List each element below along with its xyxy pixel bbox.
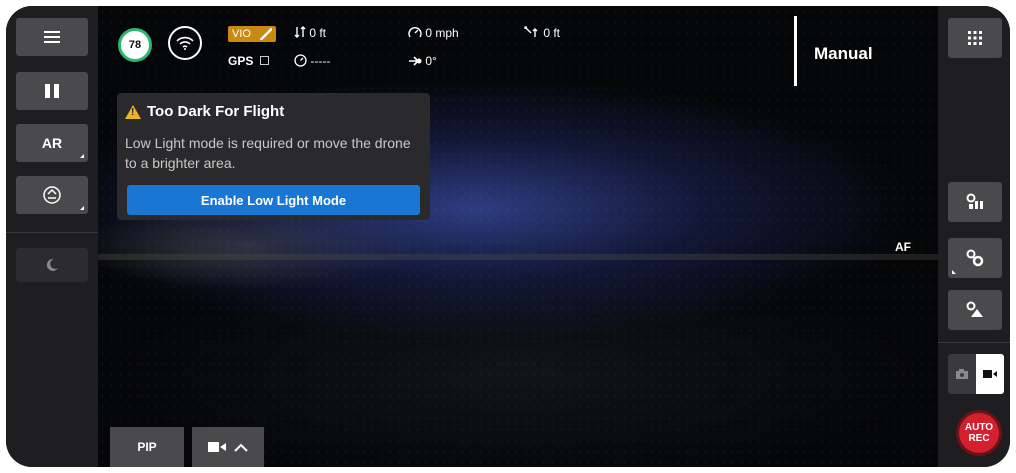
speed-readout: 0 mph (408, 26, 459, 40)
mode-separator (794, 16, 797, 86)
alert-title: Too Dark For Flight (125, 103, 284, 120)
distance-value: 0 ft (543, 26, 561, 40)
status-bar: 78 VIO GPS 0 ft ----- 0 mph 0° 0 ft Manu… (110, 6, 873, 86)
scene-settings-button[interactable] (948, 290, 1002, 330)
heading-arrow-icon (409, 56, 422, 66)
speedometer-icon (408, 27, 422, 38)
pause-button[interactable] (16, 72, 88, 110)
submenu-indicator-icon (952, 270, 960, 274)
pip-button[interactable]: PIP (110, 427, 184, 467)
battery-indicator[interactable]: 78 (118, 28, 152, 62)
flight-mode-label[interactable]: Manual (814, 44, 873, 64)
photo-mode-option[interactable] (948, 354, 976, 394)
camera-settings-button[interactable] (948, 182, 1002, 222)
battery-percent: 78 (128, 39, 142, 51)
wifi-icon (176, 36, 194, 50)
menu-icon (44, 31, 60, 43)
takeoff-land-icon (43, 186, 61, 204)
scene-icon (966, 301, 983, 317)
submenu-indicator-icon (76, 154, 84, 158)
night-mode-button[interactable] (16, 248, 88, 282)
grid-icon (968, 31, 982, 45)
alert-title-text: Too Dark For Flight (147, 103, 285, 120)
right-toolbar (938, 6, 1010, 467)
flight-mode-button[interactable] (16, 176, 88, 214)
altitude-readout: 0 ft (294, 26, 326, 40)
altitude-value: 0 ft (309, 26, 327, 40)
distance-icon (524, 26, 538, 37)
gimbal-settings-button[interactable] (948, 238, 1002, 278)
heading-value: 0° (425, 54, 437, 68)
enable-low-light-button[interactable]: Enable Low Light Mode (127, 185, 420, 215)
video-camera-icon (208, 442, 226, 452)
speed-value: 0 mph (425, 26, 459, 40)
gimbal-icon (966, 249, 984, 267)
ar-button[interactable]: AR (16, 124, 88, 162)
vio-status-badge: VIO (228, 26, 276, 42)
camera-settings-icon (966, 193, 983, 209)
low-light-alert: Too Dark For Flight Low Light mode is re… (117, 93, 430, 220)
chevron-up-icon (234, 443, 248, 452)
alert-message: Low Light mode is required or move the d… (125, 135, 411, 171)
video-camera-icon (983, 370, 997, 378)
gps-status: GPS (228, 54, 269, 68)
compass-value: ----- (310, 54, 331, 68)
moon-icon (46, 258, 58, 271)
video-mode-option[interactable] (976, 354, 1004, 394)
submenu-indicator-icon (76, 206, 84, 210)
record-label-line2: REC (968, 433, 990, 444)
record-label-line1: AUTO (964, 422, 994, 433)
vio-label: VIO (232, 28, 251, 40)
vio-disabled-icon (260, 28, 272, 40)
treeline-strip (98, 254, 938, 260)
gps-label: GPS (228, 54, 254, 68)
left-toolbar: AR (6, 6, 98, 467)
pause-icon (45, 84, 59, 98)
camera-selector-button[interactable] (192, 427, 264, 467)
signal-indicator[interactable] (168, 26, 202, 60)
compass-readout: ----- (294, 54, 330, 68)
grid-menu-button[interactable] (948, 18, 1002, 58)
divider (938, 342, 1010, 343)
distance-readout: 0 ft (524, 26, 560, 40)
heading-readout: 0° (408, 54, 437, 68)
auto-record-button[interactable]: AUTO REC (956, 410, 1002, 456)
gps-off-icon (259, 56, 269, 65)
ar-label: AR (41, 135, 63, 151)
divider (6, 232, 98, 233)
compass-icon (294, 54, 307, 67)
altitude-icon (294, 26, 306, 38)
autofocus-indicator[interactable]: AF (895, 240, 911, 254)
capture-mode-toggle[interactable] (948, 354, 1004, 394)
warning-icon (125, 104, 141, 119)
photo-camera-icon (956, 369, 968, 379)
menu-button[interactable] (16, 18, 88, 56)
drone-app-screen: AR 78 VIO GPS 0 ft ----- 0 mph 0° 0 ft M… (6, 6, 1010, 467)
